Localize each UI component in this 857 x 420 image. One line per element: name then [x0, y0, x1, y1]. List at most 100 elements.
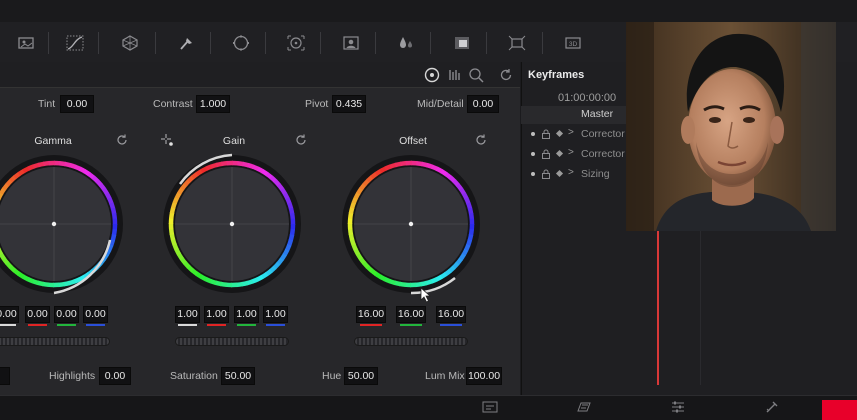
- contrast-field[interactable]: 1.000: [196, 95, 230, 113]
- deliver-page-icon[interactable]: [764, 400, 780, 414]
- highlights-label: Highlights: [49, 370, 96, 382]
- fairlight-page-icon[interactable]: [670, 400, 686, 414]
- keyframe-diamond-icon[interactable]: [555, 129, 564, 138]
- offset-reset-icon[interactable]: [474, 133, 488, 147]
- edit-page-icon[interactable]: [576, 400, 592, 414]
- toolbar-separator: [48, 32, 49, 54]
- color-picker-icon[interactable]: [160, 133, 174, 147]
- gamma-master-slider[interactable]: [0, 337, 110, 346]
- chevron-right-icon[interactable]: >: [568, 167, 574, 178]
- page-navigation-bar: [0, 395, 857, 420]
- bottom-adjustment-row: Highlights 0.00 Saturation 50.00 Hue 50.…: [0, 365, 520, 389]
- hue-field[interactable]: 50.00: [344, 367, 378, 385]
- blur-icon[interactable]: [395, 34, 417, 52]
- tracker-icon[interactable]: [285, 34, 307, 52]
- media-page-icon[interactable]: [482, 400, 498, 414]
- gain-blue-field[interactable]: 1.00: [263, 306, 288, 326]
- gain-blue-value: 1.00: [265, 308, 286, 320]
- gain-master-slider[interactable]: [175, 337, 289, 346]
- gamma-reset-icon[interactable]: [115, 133, 129, 147]
- gain-green-field[interactable]: 1.00: [234, 306, 259, 326]
- window-icon[interactable]: [230, 34, 252, 52]
- magic-mask-icon[interactable]: [340, 34, 362, 52]
- toolbar-separator: [486, 32, 487, 54]
- toolbar-separator: [210, 32, 211, 54]
- hue-label: Hue: [322, 370, 342, 382]
- curves-icon[interactable]: [64, 34, 86, 52]
- offset-blue-field[interactable]: 16.00: [436, 306, 466, 326]
- offset-green-field[interactable]: 16.00: [396, 306, 426, 326]
- qualifier-icon[interactable]: [175, 34, 197, 52]
- offset-wheel[interactable]: [341, 154, 481, 303]
- offset-blue-value: 16.00: [437, 308, 465, 320]
- pivot-field[interactable]: 0.435: [332, 95, 366, 113]
- offset-title: Offset: [399, 135, 427, 147]
- playhead[interactable]: [657, 230, 659, 385]
- offset-red-field[interactable]: 16.00: [356, 306, 386, 326]
- key-icon[interactable]: [451, 34, 473, 52]
- saturation-field[interactable]: 50.00: [221, 367, 255, 385]
- lock-icon[interactable]: [541, 129, 551, 139]
- pivot-label: Pivot: [305, 98, 329, 110]
- gain-master-field[interactable]: 1.00: [175, 306, 200, 326]
- gain-reset-icon[interactable]: [294, 133, 308, 147]
- track-dot-icon: [531, 172, 535, 176]
- gamma-master-value: 0.00: [0, 308, 17, 320]
- gain-wheel[interactable]: [162, 153, 302, 294]
- gamma-blue-field[interactable]: 0.00: [83, 306, 108, 326]
- track-dot-icon: [531, 132, 535, 136]
- lum-mix-field[interactable]: 100.00: [466, 367, 502, 385]
- tint-field[interactable]: 0.00: [60, 95, 94, 113]
- saturation-label: Saturation: [170, 370, 218, 382]
- timeline-gridline: [700, 230, 701, 385]
- toolbar-separator: [375, 32, 376, 54]
- offset-green-value: 16.00: [397, 308, 425, 320]
- color-warper-icon[interactable]: [119, 34, 141, 52]
- brand-corner: [822, 400, 857, 420]
- lock-icon[interactable]: [541, 149, 551, 159]
- toolbar-separator: [430, 32, 431, 54]
- tint-label: Tint: [38, 98, 56, 110]
- chevron-right-icon[interactable]: >: [568, 127, 574, 138]
- gamma-wheel[interactable]: [0, 154, 124, 295]
- offset-master-slider[interactable]: [354, 337, 468, 346]
- gain-title: Gain: [222, 135, 246, 147]
- clipped-field[interactable]: [0, 367, 10, 385]
- bars-mode-icon[interactable]: [447, 67, 463, 83]
- offset-red-value: 16.00: [357, 308, 385, 320]
- keyframe-diamond-icon[interactable]: [555, 169, 564, 178]
- gamma-red-field[interactable]: 0.00: [25, 306, 50, 326]
- log-mode-icon[interactable]: [468, 67, 484, 83]
- track-name: Corrector: [581, 128, 625, 140]
- keyframe-diamond-icon[interactable]: [555, 149, 564, 158]
- adjustment-row: Tint 0.00 Contrast 1.000 Pivot 0.435 Mid…: [0, 93, 520, 117]
- gain-red-field[interactable]: 1.00: [204, 306, 229, 326]
- lum-mix-label: Lum Mix: [425, 370, 465, 382]
- panel-subbar: [0, 62, 520, 88]
- toolbar-separator: [155, 32, 156, 54]
- track-name: Sizing: [581, 168, 610, 180]
- mid-detail-field[interactable]: 0.00: [467, 95, 499, 113]
- gain-master-value: 1.00: [177, 308, 198, 320]
- contrast-label: Contrast: [153, 98, 193, 110]
- sizing-icon[interactable]: [506, 34, 528, 52]
- highlights-field[interactable]: 0.00: [99, 367, 131, 385]
- toolbar-separator: [265, 32, 266, 54]
- gamma-master-field[interactable]: 0.00: [0, 306, 19, 326]
- lock-icon[interactable]: [541, 169, 551, 179]
- thumbnail-icon[interactable]: [15, 34, 37, 52]
- presenter-photo: [626, 22, 836, 231]
- gamma-blue-value: 0.00: [85, 308, 106, 320]
- reset-all-icon[interactable]: [498, 67, 514, 83]
- 3d-icon[interactable]: 3D: [562, 34, 584, 52]
- svg-text:3D: 3D: [569, 41, 578, 48]
- chevron-right-icon[interactable]: >: [568, 147, 574, 158]
- track-name: Corrector: [581, 148, 625, 160]
- top-strip: [0, 0, 857, 22]
- gamma-green-field[interactable]: 0.00: [54, 306, 79, 326]
- gain-red-value: 1.00: [206, 308, 227, 320]
- gain-green-value: 1.00: [236, 308, 257, 320]
- keyframes-title: Keyframes: [528, 69, 585, 81]
- mid-detail-label: Mid/Detail: [417, 98, 464, 110]
- wheels-mode-icon[interactable]: [424, 67, 440, 83]
